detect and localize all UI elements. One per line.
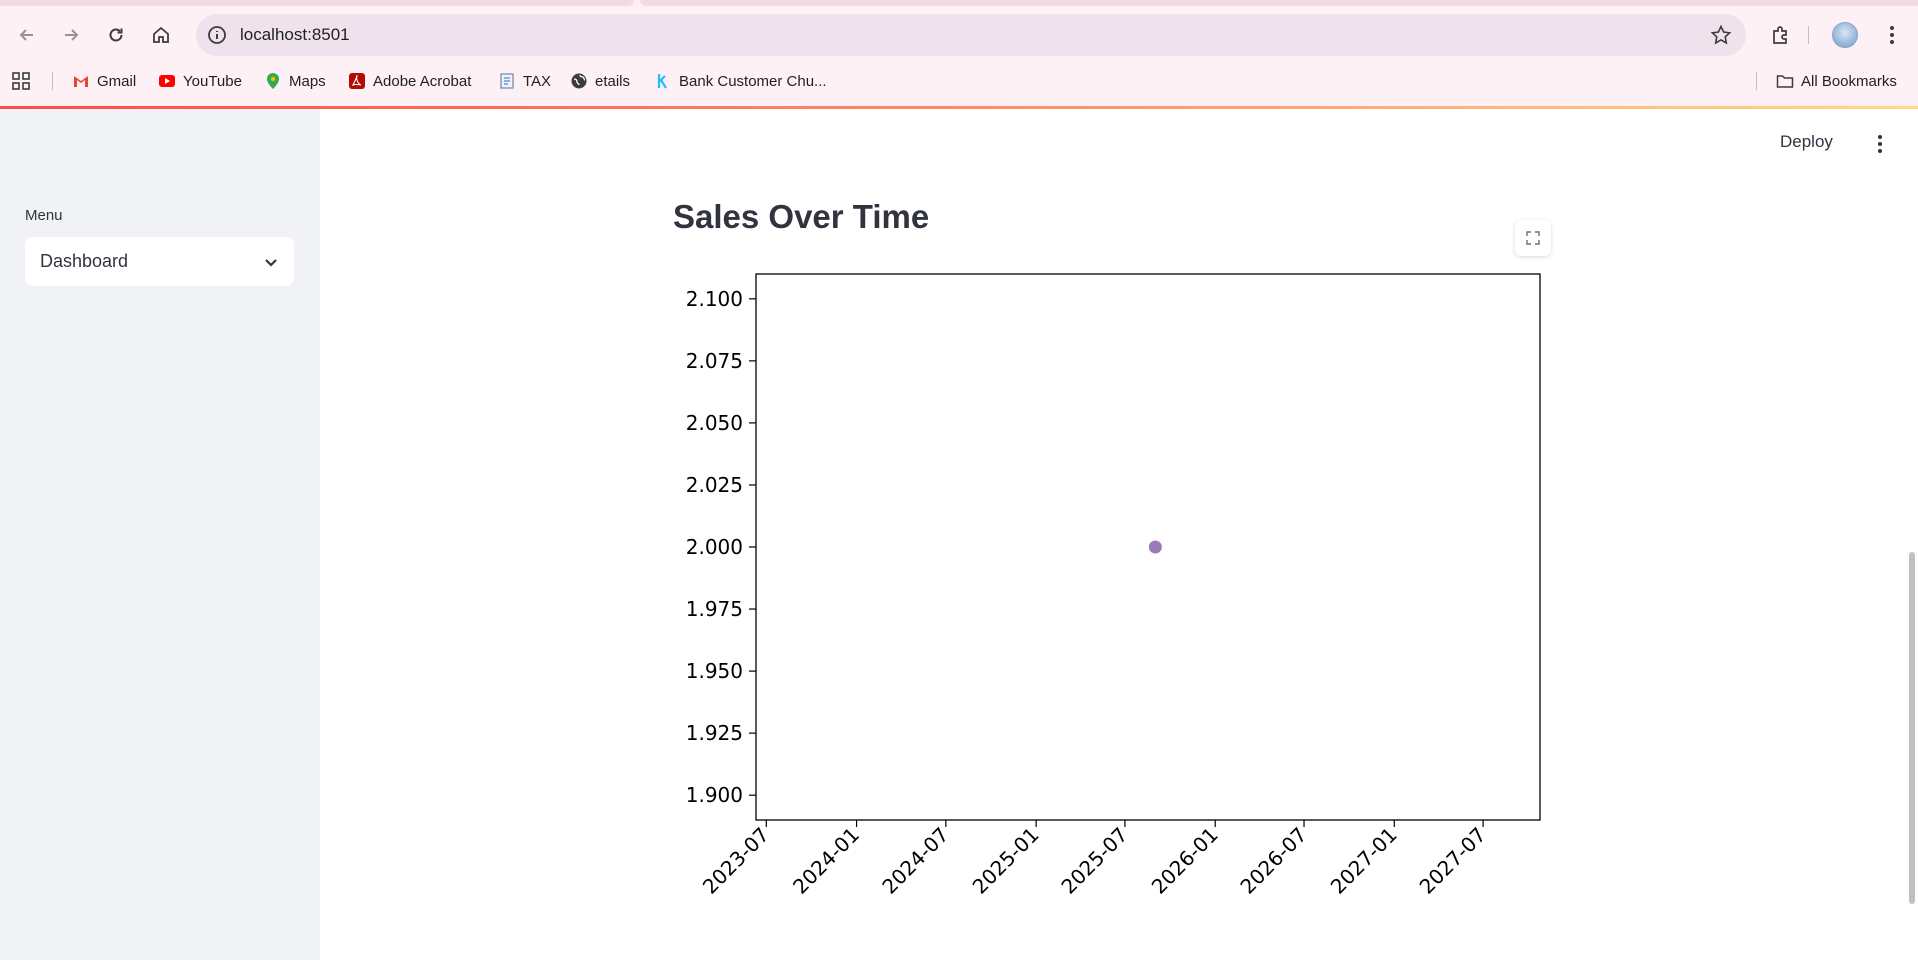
home-icon	[153, 26, 169, 43]
browser-chrome: localhost:8501 Gmail YouTube Maps Adobe …	[0, 0, 1918, 108]
kebab-icon	[1890, 26, 1894, 44]
bookmarks-divider	[1756, 72, 1757, 90]
x-tick-label: 2024-01	[788, 823, 864, 899]
menu-select-value: Dashboard	[40, 251, 129, 271]
bookmark-etails[interactable]: etails	[570, 69, 630, 93]
profile-avatar[interactable]	[1832, 22, 1858, 48]
main-menu-icon[interactable]	[1868, 132, 1892, 156]
url-text[interactable]: localhost:8501	[240, 25, 350, 45]
tab-strip	[0, 0, 1918, 6]
bookmark-youtube[interactable]: YouTube	[158, 69, 242, 93]
bookmark-acrobat[interactable]: Adobe Acrobat	[348, 69, 471, 93]
y-tick-label: 2.025	[686, 473, 743, 497]
bookmark-label: etails	[595, 72, 631, 90]
all-bookmarks-button[interactable]: All Bookmarks	[1776, 69, 1897, 93]
x-tick-label: 2025-01	[968, 823, 1044, 899]
back-button[interactable]	[10, 18, 44, 52]
bookmark-tax[interactable]: TAX	[498, 69, 551, 93]
youtube-icon	[158, 72, 176, 90]
chart-svg: 1.900 1.925 1.950 1.975 2.000 2.025 2.050 2.075…	[686, 273, 1541, 899]
x-tick-label: 2026-01	[1147, 823, 1223, 899]
page-title: Sales Over Time	[673, 198, 930, 235]
bookmark-label: Gmail	[97, 72, 137, 90]
toolbar-divider	[1808, 26, 1809, 44]
kaggle-icon	[654, 72, 672, 90]
y-tick-label: 2.100	[686, 287, 743, 311]
address-bar[interactable]: localhost:8501	[196, 14, 1746, 56]
y-tick-label: 1.950	[686, 659, 743, 683]
menu-select[interactable]: Dashboard	[25, 237, 294, 286]
data-point	[1148, 540, 1162, 554]
bookmark-label: Bank Customer Chu...	[679, 72, 827, 90]
x-tick-label: 2025-07	[1056, 823, 1132, 899]
y-tick-label: 1.925	[686, 721, 743, 745]
fullscreen-icon	[1526, 231, 1540, 245]
bookmark-label: YouTube	[183, 72, 242, 90]
browser-tab[interactable]	[640, 0, 1918, 6]
info-icon[interactable]	[206, 24, 228, 46]
forward-button[interactable]	[54, 18, 88, 52]
bookmark-gmail[interactable]: Gmail	[72, 69, 136, 93]
folder-icon	[1776, 72, 1794, 90]
plot-area	[755, 273, 1541, 821]
y-tick-label: 2.050	[686, 411, 743, 435]
menu-label: Menu	[25, 207, 63, 224]
apps-grid-icon	[12, 72, 30, 90]
bookmark-maps[interactable]: Maps	[264, 69, 326, 93]
browser-tab[interactable]	[0, 0, 634, 6]
fullscreen-button[interactable]	[1515, 220, 1551, 256]
y-tick-label: 2.000	[686, 535, 743, 559]
y-tick-label: 1.900	[686, 783, 743, 807]
arrow-left-icon	[19, 29, 33, 41]
bookmark-star-icon[interactable]	[1710, 24, 1732, 46]
x-tick-label: 2027-07	[1415, 823, 1491, 899]
reload-button[interactable]	[99, 18, 133, 52]
x-tick-label: 2027-01	[1326, 823, 1402, 899]
gmail-icon	[72, 72, 90, 90]
doc-icon	[498, 72, 516, 90]
globe-icon	[570, 72, 588, 90]
scrollbar[interactable]	[1909, 552, 1915, 904]
arrow-right-icon	[65, 29, 79, 41]
y-tick-label: 2.075	[686, 349, 743, 373]
y-tick-label: 1.975	[686, 597, 743, 621]
bookmark-bank-customer[interactable]: Bank Customer Chu...	[654, 69, 827, 93]
x-tick-label: 2024-07	[877, 823, 953, 899]
chevron-down-icon	[265, 259, 277, 267]
bookmarks-divider	[52, 72, 53, 90]
bookmark-label: Maps	[289, 72, 326, 90]
home-button[interactable]	[144, 18, 178, 52]
puzzle-icon	[1773, 26, 1787, 44]
bookmark-label: Adobe Acrobat	[373, 72, 472, 90]
apps-button[interactable]	[12, 69, 37, 93]
bookmark-label: TAX	[523, 72, 552, 90]
sidebar: Menu Dashboard	[0, 109, 320, 960]
acrobat-icon	[348, 72, 366, 90]
x-tick-label: 2023-07	[698, 823, 774, 899]
bookmarks-bar: Gmail YouTube Maps Adobe Acrobat TAX eta…	[0, 66, 1918, 96]
deploy-button[interactable]: Deploy	[1780, 132, 1833, 152]
maps-icon	[264, 72, 282, 90]
sales-chart: 1.900 1.925 1.950 1.975 2.000 2.025 2.050 2.075…	[660, 262, 1560, 922]
browser-menu-button[interactable]	[1875, 18, 1909, 52]
reload-icon	[109, 28, 123, 42]
all-bookmarks-label: All Bookmarks	[1801, 72, 1897, 90]
x-tick-label: 2026-07	[1235, 823, 1311, 899]
extensions-button[interactable]	[1764, 18, 1798, 52]
